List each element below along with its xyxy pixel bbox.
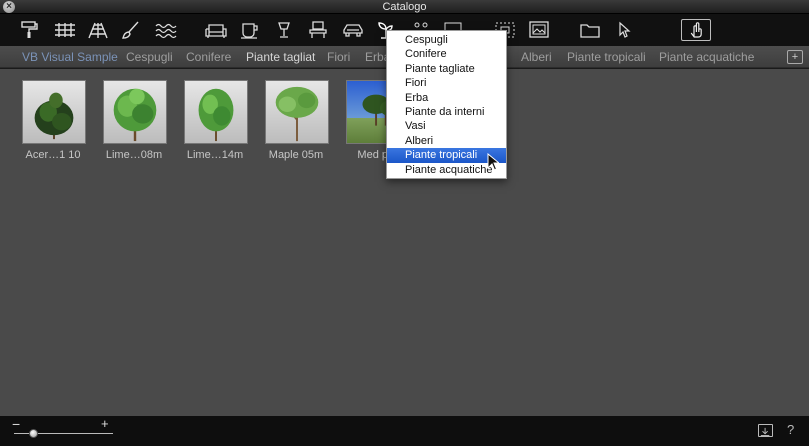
category-alberi[interactable]: Alberi [521,46,552,68]
chair-icon[interactable] [306,19,330,41]
zoom-out-button[interactable]: − [12,416,20,432]
item-label: Lime…14m [186,149,244,161]
category-fiori[interactable]: Fiori [327,46,350,68]
menu-item-alberi[interactable]: Alberi [387,134,506,148]
menu-item-cespugli[interactable]: Cespugli [387,33,506,47]
zoom-in-button[interactable]: + [101,416,109,432]
item-thumbnail[interactable] [184,80,248,144]
menu-item-piante-da-interni[interactable]: Piante da interni [387,105,506,119]
menu-item-conifere[interactable]: Conifere [387,47,506,61]
category-piante-acquatiche[interactable]: Piante acquatiche [659,46,754,68]
bottom-bar: − + ? [0,416,809,446]
menu-item-fiori[interactable]: Fiori [387,76,506,90]
stairs-icon[interactable] [86,19,110,41]
category-vb-visual-sample[interactable]: VB Visual Sample [22,46,118,68]
item-label: Maple 05m [268,149,324,161]
car-icon[interactable] [341,19,365,41]
category-conifere[interactable]: Conifere [186,46,231,68]
item-thumbnail[interactable] [103,80,167,144]
folder-icon[interactable] [578,19,602,41]
item-label: Lime…08m [105,149,163,161]
sofa-icon[interactable] [204,19,228,41]
category-piante-tropicali[interactable]: Piante tropicali [567,46,646,68]
help-button[interactable]: ? [787,422,794,437]
item-thumbnail[interactable] [22,80,86,144]
item-label: Acer…1 10 [25,149,81,161]
menu-item-erba[interactable]: Erba [387,91,506,105]
add-folder-button[interactable]: + [787,50,803,64]
menu-item-piante-tagliate[interactable]: Piante tagliate [387,62,506,76]
menu-item-vasi[interactable]: Vasi [387,119,506,133]
cup-icon[interactable] [238,19,262,41]
window-title: Catalogo [382,1,427,13]
mouse-cursor-icon [487,153,499,171]
title-bar: × Catalogo [0,0,809,14]
import-button[interactable] [758,424,773,437]
item-thumbnail[interactable] [265,80,329,144]
picture-frame-icon[interactable] [527,19,551,41]
zoom-slider-knob[interactable] [29,429,38,438]
water-waves-icon[interactable] [154,19,178,41]
hand-icon[interactable] [681,19,711,41]
railing-icon[interactable] [53,19,77,41]
brush-icon[interactable] [119,19,143,41]
category-cespugli[interactable]: Cespugli [126,46,173,68]
lamp-icon[interactable] [272,19,296,41]
paint-roller-icon[interactable] [17,19,41,41]
category-piante-tagliate[interactable]: Piante tagliat [246,46,315,68]
pointer-icon[interactable] [612,19,636,41]
